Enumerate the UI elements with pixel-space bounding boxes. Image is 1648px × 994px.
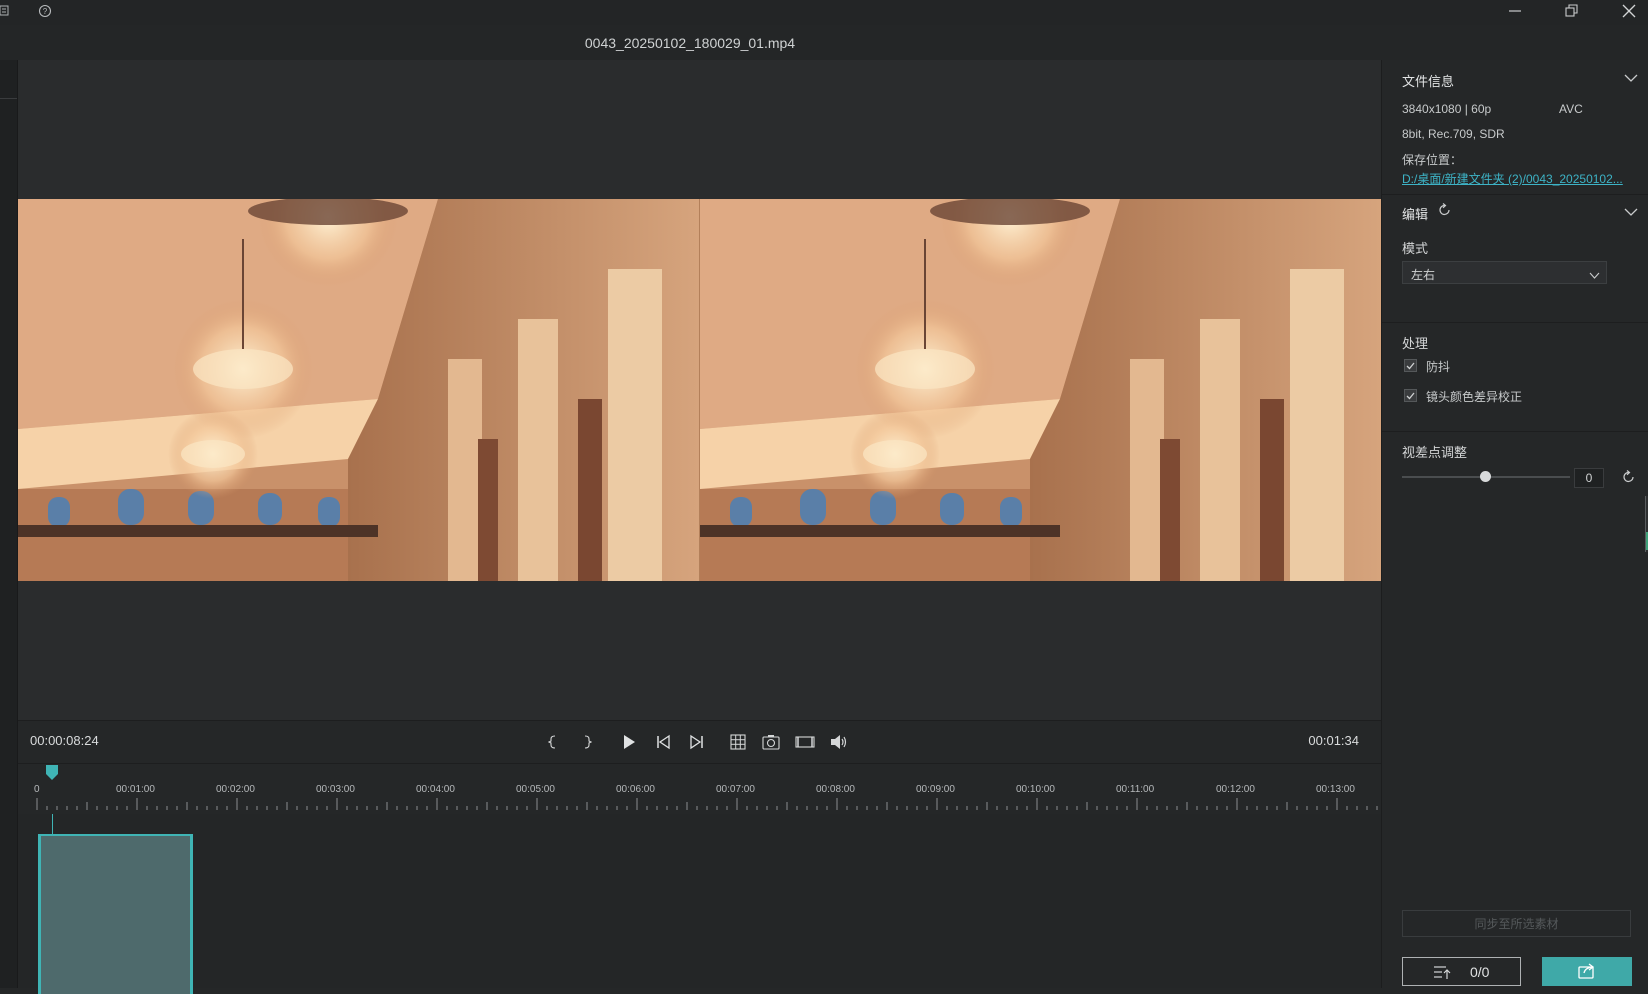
svg-text:?: ? — [43, 7, 48, 16]
play-icon[interactable] — [618, 732, 640, 752]
menu-icon[interactable] — [0, 4, 12, 20]
reset-icon[interactable] — [1438, 203, 1452, 220]
ruler-tick-label: 00:08:00 — [816, 784, 855, 795]
snapshot-icon[interactable] — [760, 732, 782, 752]
help-icon[interactable]: ? — [38, 4, 54, 20]
current-time: 00:00:08:24 — [30, 733, 99, 748]
ruler-tick-label: 00:02:00 — [216, 784, 255, 795]
color-correct-label: 镜头颜色差异校正 — [1426, 390, 1523, 404]
export-icon — [1578, 963, 1596, 982]
reset-icon[interactable] — [1622, 470, 1636, 487]
mode-select[interactable]: 左右 — [1402, 261, 1607, 284]
sync-to-selected-button[interactable]: 同步至所选素材 — [1402, 910, 1631, 937]
ruler-tick-label: 00:13:00 — [1316, 784, 1355, 795]
video-preview[interactable] — [18, 60, 1381, 720]
playhead[interactable] — [46, 764, 58, 814]
mark-in-icon[interactable] — [542, 732, 564, 752]
minimize-button[interactable] — [1495, 0, 1535, 22]
close-button[interactable] — [1609, 0, 1648, 22]
next-frame-icon[interactable] — [686, 732, 708, 752]
save-path-link[interactable]: D:/桌面/新建文件夹 (2)/0043_20250102... — [1402, 170, 1634, 187]
video-clip[interactable] — [38, 834, 193, 994]
parallax-label: 视差点调整 — [1402, 445, 1468, 460]
total-duration: 00:01:34 — [1308, 733, 1359, 748]
ruler-tick-label: 00:09:00 — [916, 784, 955, 795]
title-bar: ? — [0, 0, 1648, 26]
ruler-tick-label: 0 — [34, 784, 40, 795]
save-location-label: 保存位置： — [1402, 153, 1463, 167]
resolution-text: 3840x1080 | 60p — [1402, 102, 1492, 116]
ruler-tick-label: 00:06:00 — [616, 784, 655, 795]
color-format-text: 8bit, Rec.709, SDR — [1402, 127, 1505, 141]
ruler-tick-label: 00:07:00 — [716, 784, 755, 795]
timeline-ruler[interactable]: 0 00:01:00 00:02:00 00:03:00 00:04:00 00:05:0… — [18, 763, 1381, 815]
parallax-value-input[interactable]: 0 — [1574, 468, 1604, 488]
ruler-tick-label: 00:12:00 — [1216, 784, 1255, 795]
previous-frame-icon[interactable] — [652, 732, 674, 752]
file-title: 0043_20250102_180029_01.mp4 — [584, 35, 796, 51]
process-label: 处理 — [1402, 336, 1429, 351]
timeline-track[interactable] — [18, 814, 1381, 994]
video-frame — [18, 199, 1381, 581]
codec-text: AVC — [1559, 102, 1583, 116]
chevron-down-icon[interactable] — [1624, 71, 1638, 86]
ruler-tick-label: 00:03:00 — [316, 784, 355, 795]
playback-controls: 00:00:08:24 00:01:34 — [18, 720, 1381, 763]
stabilize-label: 防抖 — [1426, 360, 1451, 374]
ruler-tick-label: 00:11:00 — [1116, 784, 1155, 795]
file-name-bar: 0043_20250102_180029_01.mp4 — [0, 25, 1648, 61]
volume-icon[interactable] — [828, 732, 850, 752]
aspect-ratio-icon[interactable] — [794, 732, 816, 752]
mode-value: 左右 — [1411, 268, 1436, 282]
ruler-tick-label: 00:05:00 — [516, 784, 555, 795]
parallax-slider-handle[interactable] — [1480, 471, 1491, 482]
ruler-tick-label: 00:10:00 — [1016, 784, 1055, 795]
ruler-labels: 0 00:01:00 00:02:00 00:03:00 00:04:00 00:05:0… — [18, 764, 1381, 814]
chevron-down-icon[interactable] — [1624, 205, 1638, 220]
mode-label: 模式 — [1402, 241, 1429, 256]
file-info-title: 文件信息 — [1402, 74, 1455, 89]
restore-button[interactable] — [1552, 0, 1592, 22]
stabilize-checkbox[interactable] — [1404, 359, 1417, 372]
export-queue-button[interactable]: 0/0 — [1402, 957, 1521, 986]
mark-out-icon[interactable] — [576, 732, 598, 752]
ruler-tick-label: 00:04:00 — [416, 784, 455, 795]
export-count: 0/0 — [1470, 964, 1490, 980]
properties-panel: 文件信息 3840x1080 | 60p AVC 8bit, Rec.709, … — [1381, 60, 1648, 988]
edit-title: 编辑 — [1402, 207, 1429, 222]
left-panel-edge — [0, 60, 18, 988]
ruler-tick-label: 00:01:00 — [116, 784, 155, 795]
export-list-icon — [1433, 964, 1451, 983]
grid-icon[interactable] — [727, 732, 749, 752]
export-button[interactable] — [1542, 957, 1632, 986]
color-correct-checkbox[interactable] — [1404, 389, 1417, 402]
chevron-down-icon — [1589, 268, 1600, 283]
